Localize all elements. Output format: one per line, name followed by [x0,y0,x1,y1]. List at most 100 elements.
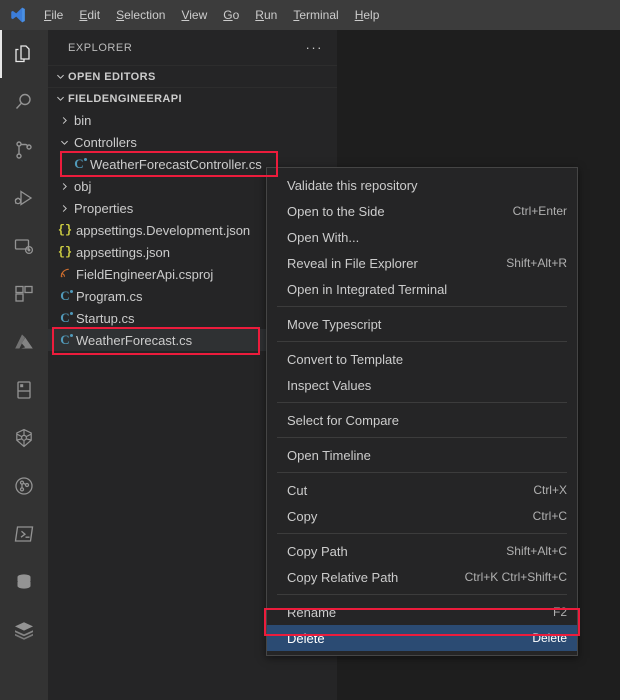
file-icon-wrap: C [56,288,74,304]
menu-label-rest: dit [87,8,101,22]
context-menu-item-label: Delete [287,630,325,646]
json-file-icon: {} [57,223,73,237]
tree-section-open-editors[interactable]: OPEN EDITORS [48,65,337,87]
azure-icon [12,330,36,354]
activitybar-item-database[interactable] [0,558,48,606]
context-menu-item-label: Copy [287,508,318,524]
context-menu-item-delete[interactable]: Delete Delete [267,625,577,651]
file-icon-wrap [56,267,74,282]
context-menu-item-label: Cut [287,482,308,498]
activitybar-item-kubernetes[interactable] [0,414,48,462]
activitybar-item-run-and-debug[interactable] [0,174,48,222]
activitybar-item-panel-layout[interactable] [0,366,48,414]
activitybar-item-gitlens[interactable] [0,462,48,510]
file-context-menu: Validate this repository Open to the Side… [266,167,578,656]
menu-help[interactable]: Help [347,0,388,30]
context-menu-item-convert-to-template[interactable]: Convert to Template [267,346,577,372]
activitybar-item-remote-explorer[interactable] [0,222,48,270]
files-icon [12,42,36,66]
menu-separator [277,402,567,403]
context-menu-item-label: Copy Relative Path [287,569,399,585]
activitybar-item-source-control[interactable] [0,126,48,174]
context-menu-item-label: Open Timeline [287,447,371,463]
menu-label-rest: o [232,8,240,22]
menu-label-rest: un [263,8,278,22]
menu-label-rest: elp [363,8,380,22]
docker-icon [12,618,36,642]
chevron-right-icon [56,115,72,126]
context-menu-item-move-typescript[interactable]: Move Typescript [267,311,577,337]
source-control-icon [12,138,36,162]
chevron-down-icon [56,137,72,148]
activitybar-item-extensions[interactable] [0,270,48,318]
context-menu-item-label: Move Typescript [287,316,382,332]
extensions-icon [12,282,36,306]
context-menu-item-open-timeline[interactable]: Open Timeline [267,442,577,468]
menu-selection[interactable]: Selection [108,0,173,30]
tree-section-fieldengineerapi[interactable]: FIELDENGINEERAPI [48,87,337,109]
context-menu-item-copy-path[interactable]: Copy Path Shift+Alt+C [267,538,577,564]
database-icon [12,570,36,594]
context-menu-item-open-with[interactable]: Open With... [267,224,577,250]
tree-item-label: appsettings.Development.json [76,222,251,238]
run-debug-icon [12,186,36,210]
search-icon [12,90,36,114]
context-menu-item-open-to-the-side[interactable]: Open to the Side Ctrl+Enter [267,198,577,224]
activitybar-item-docker[interactable] [0,606,48,654]
context-menu-item-shortcut: Delete [532,631,567,645]
context-menu-item-shortcut: Shift+Alt+C [506,544,567,558]
context-menu-item-inspect-values[interactable]: Inspect Values [267,372,577,398]
activitybar-item-azure[interactable] [0,318,48,366]
context-menu-item-shortcut: Ctrl+Enter [512,204,567,218]
context-menu-item-label: Convert to Template [287,351,404,367]
menu-separator [277,594,567,595]
menu-view[interactable]: View [173,0,215,30]
menu-label-rest: iew [189,8,208,22]
menu-separator [277,533,567,534]
activity-bar [0,30,48,700]
menu-terminal[interactable]: Terminal [285,0,346,30]
tree-folder-row[interactable]: Controllers [48,131,337,153]
menu-run[interactable]: Run [247,0,285,30]
tree-item-label: Startup.cs [76,310,135,326]
more-actions-icon[interactable]: ··· [298,41,332,54]
section-label: FIELDENGINEERAPI [68,92,182,105]
tree-folder-row[interactable]: bin [48,109,337,131]
chevron-down-icon [52,71,68,82]
tree-item-label: obj [74,178,92,194]
csproj-file-icon [59,267,71,282]
csharp-file-icon: C [60,288,74,303]
menu-edit[interactable]: Edit [71,0,108,30]
title-bar: File Edit Selection View Go Run Terminal Help [0,0,620,30]
context-menu-item-shortcut: F2 [552,605,567,619]
menu-separator [277,472,567,473]
context-menu-item-shortcut: Ctrl+K Ctrl+Shift+C [464,570,567,584]
tree-item-label: FieldEngineerApi.csproj [76,266,214,282]
activitybar-item-search[interactable] [0,78,48,126]
chevron-right-icon [56,181,72,192]
menu-go[interactable]: Go [215,0,247,30]
context-menu-item-validate-this-repository[interactable]: Validate this repository [267,172,577,198]
vscode-window: File Edit Selection View Go Run Terminal Help E… [0,0,620,700]
tree-item-label: bin [74,112,92,128]
activitybar-item-explorer[interactable] [0,30,48,78]
context-menu-item-rename[interactable]: Rename F2 [267,599,577,625]
activitybar-item-powershell[interactable] [0,510,48,558]
context-menu-item-reveal-in-file-explorer[interactable]: Reveal in File Explorer Shift+Alt+R [267,250,577,276]
file-icon-wrap: {} [56,245,74,259]
file-icon-wrap: C [56,332,74,348]
kubernetes-icon [12,426,36,450]
context-menu-item-label: Copy Path [287,543,348,559]
tree-item-label: WeatherForecastController.cs [90,156,262,172]
context-menu-item-open-in-integrated-terminal[interactable]: Open in Integrated Terminal [267,276,577,302]
context-menu-item-cut[interactable]: Cut Ctrl+X [267,477,577,503]
powershell-icon [12,522,36,546]
menu-label-rest: erminal [299,8,339,22]
menu-file[interactable]: File [36,0,71,30]
context-menu-item-copy-relative-path[interactable]: Copy Relative Path Ctrl+K Ctrl+Shift+C [267,564,577,590]
context-menu-item-label: Open in Integrated Terminal [287,281,448,297]
menu-separator [277,341,567,342]
context-menu-item-select-for-compare[interactable]: Select for Compare [267,407,577,433]
context-menu-item-label: Inspect Values [287,377,372,393]
context-menu-item-copy[interactable]: Copy Ctrl+C [267,503,577,529]
